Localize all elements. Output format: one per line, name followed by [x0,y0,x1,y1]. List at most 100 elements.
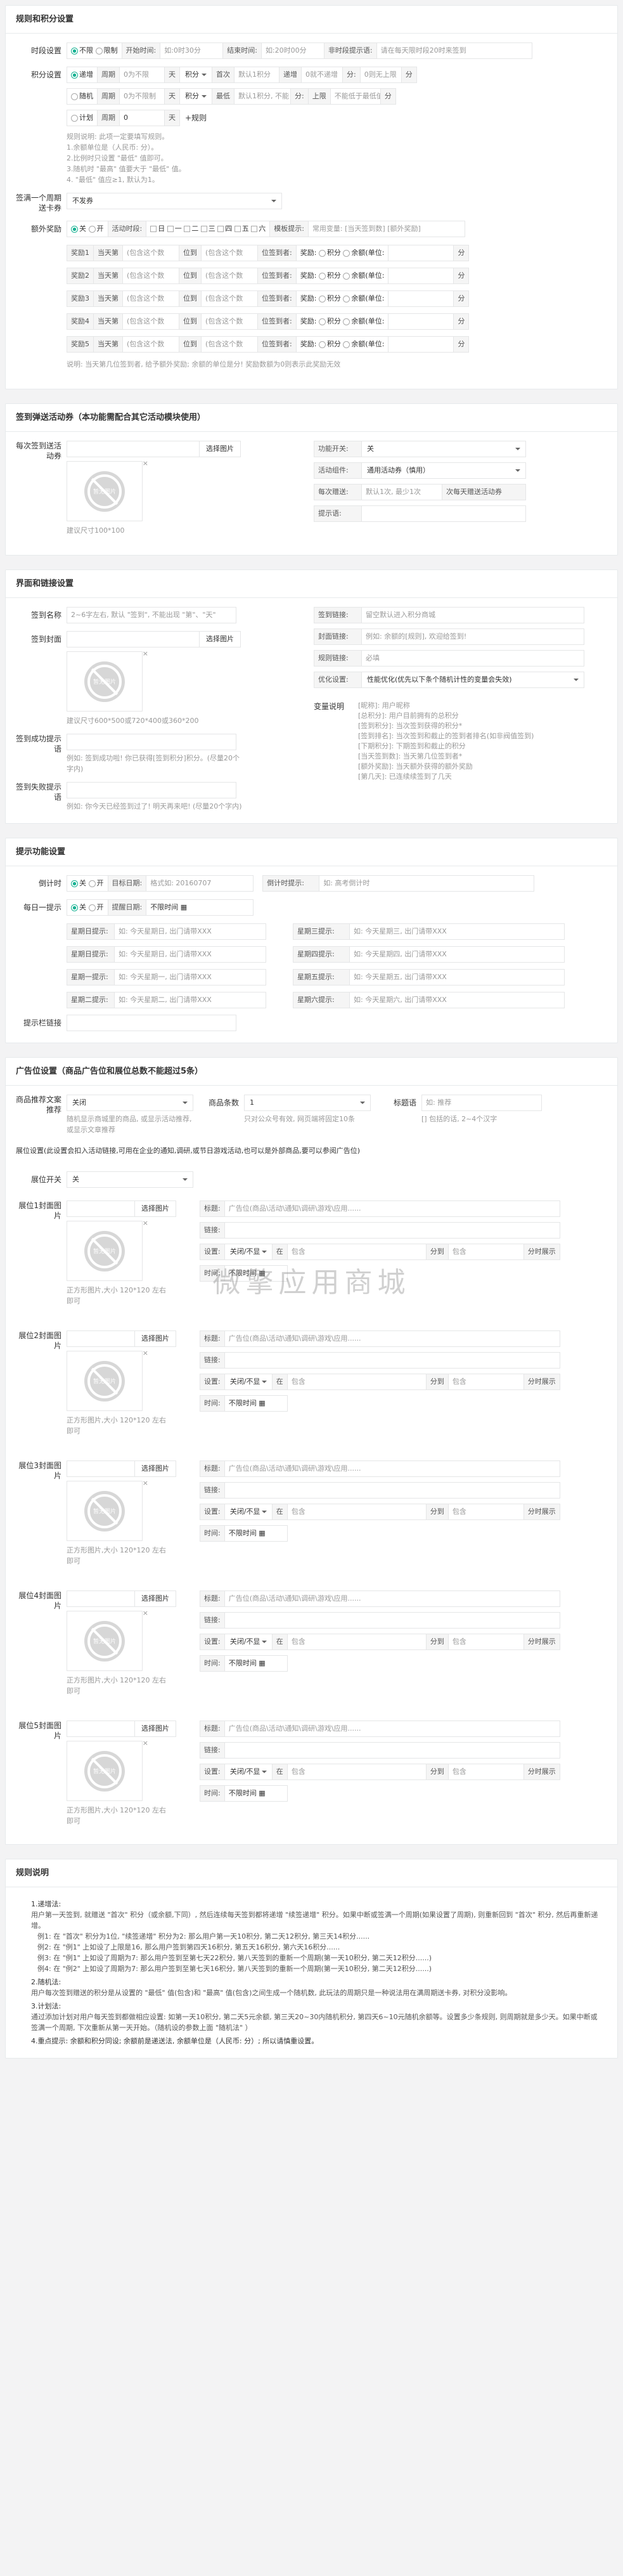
reward-from-input[interactable]: (包含这个数 [122,245,179,261]
time-tip-input[interactable]: 请在每天限时段20时来签到 [376,42,532,59]
booth-link-input[interactable] [224,1482,560,1499]
pick-image-button[interactable]: 选择图片 [134,1590,176,1607]
reward-type-radio[interactable]: 奖励: 积分 余额(单位: [295,313,389,330]
reward-type-radio[interactable]: 奖励: 积分 余额(单位: [295,336,389,353]
weekday-tip-input[interactable]: 如: 今天星期日, 出门请带XXX [114,923,266,940]
booth-to-input[interactable]: 包含 [447,1634,524,1650]
increase-input[interactable]: 0就不递增 [301,67,343,83]
cover-input[interactable] [67,631,200,647]
remove-image-icon[interactable]: × [143,1609,148,1617]
reward-from-input[interactable]: (包含这个数 [122,313,179,330]
template-input[interactable]: 常用变量: [当天签到数] [额外奖励] [307,221,465,237]
weekday-tip-input[interactable]: 如: 今天星期五, 出门请带XXX [349,969,565,986]
increment-radio[interactable]: 递增 [67,67,98,83]
pick-image-button[interactable]: 选择图片 [199,441,241,457]
weekday-tip-input[interactable]: 如: 今天星期四, 出门请带XXX [349,946,565,963]
booth-visibility-select[interactable]: 关闭/不显 [224,1504,273,1520]
remove-image-icon[interactable]: × [143,1349,148,1357]
countdown-tip-input[interactable]: 如: 高考倒计时 [319,875,535,892]
upper-input[interactable]: 不能低于最低值 [330,88,381,105]
reward-type-radio[interactable]: 奖励: 积分 余额(单位: [295,245,389,261]
booth-link-input[interactable] [224,1222,560,1239]
booth-from-input[interactable]: 包含 [286,1244,427,1260]
add-rule-button[interactable]: +规则 [185,110,207,126]
booth-title-input[interactable]: 广告位(商品\活动\通知\调研\游戏\应用...... [224,1590,560,1607]
tip-link-input[interactable] [67,1015,236,1031]
pick-image-button[interactable]: 选择图片 [134,1200,176,1217]
coupon-image-input[interactable] [67,441,200,457]
first-input[interactable]: 默认1积分 [234,67,279,83]
rule-link-input[interactable]: 必填 [361,650,584,667]
booth-from-input[interactable]: 包含 [286,1374,427,1390]
cycle-coupon-select[interactable]: 不发券 [67,193,282,209]
booth-image-input[interactable] [67,1330,135,1347]
weekday-tip-input[interactable]: 如: 今天星期二, 出门请带XXX [114,992,266,1008]
remove-image-icon[interactable]: × [143,1479,148,1487]
booth-link-input[interactable] [224,1612,560,1629]
score-type-select[interactable]: 积分 [179,67,212,83]
reward-to-input[interactable]: (包含这个数 [201,290,258,307]
reward-amount-input[interactable] [388,245,454,261]
booth-time-input[interactable]: 不限时间 ▦ [224,1785,288,1802]
booth-time-input[interactable]: 不限时间 ▦ [224,1655,288,1672]
booth-to-input[interactable]: 包含 [447,1374,524,1390]
countdown-toggle[interactable]: 关 开 [67,875,108,892]
end-time-input[interactable]: 如:20时00分 [260,42,324,59]
coupon-tip-input[interactable] [361,505,526,522]
weekday-tip-input[interactable]: 如: 今天星期日, 出门请带XXX [114,946,266,963]
max-input[interactable]: 0则无上限 [359,67,402,83]
daily-toggle[interactable]: 关 开 [67,899,108,916]
booth-image-input[interactable] [67,1721,135,1737]
reward-type-radio[interactable]: 奖励: 积分 余额(单位: [295,268,389,284]
plan-radio[interactable]: 计划 [67,110,98,126]
start-time-input[interactable]: 如:0时30分 [160,42,224,59]
count-select[interactable]: 1 [244,1095,371,1111]
booth-title-input[interactable]: 广告位(商品\活动\通知\调研\游戏\应用...... [224,1721,560,1737]
sign-name-input[interactable]: 2~6字左右, 默认 "签到", 不能出现 "第"、"天" [67,607,236,623]
title-word-input[interactable]: 如: 推荐 [421,1095,542,1111]
reward-from-input[interactable]: (包含这个数 [122,290,179,307]
reward-to-input[interactable]: (包含这个数 [201,336,258,353]
booth-visibility-select[interactable]: 关闭/不显 [224,1764,273,1780]
booth-switch-select[interactable]: 关 [67,1171,193,1188]
reward-from-input[interactable]: (包含这个数 [122,336,179,353]
random-radio[interactable]: 随机 [67,88,98,105]
period-days-input[interactable]: 0为不限 [119,67,165,83]
reward-to-input[interactable]: (包含这个数 [201,268,258,284]
booth-title-input[interactable]: 广告位(商品\活动\通知\调研\游戏\应用...... [224,1460,560,1477]
score-type-select[interactable]: 积分 [179,88,212,105]
reward-to-input[interactable]: (包含这个数 [201,313,258,330]
min-input[interactable]: 默认1积分, 不能 [234,88,291,105]
booth-from-input[interactable]: 包含 [286,1634,427,1650]
reward-amount-input[interactable] [388,336,454,353]
booth-time-input[interactable]: 不限时间 ▦ [224,1525,288,1542]
booth-title-input[interactable]: 广告位(商品\活动\通知\调研\游戏\应用...... [224,1200,560,1217]
booth-visibility-select[interactable]: 关闭/不显 [224,1634,273,1650]
booth-to-input[interactable]: 包含 [447,1764,524,1780]
booth-visibility-select[interactable]: 关闭/不显 [224,1374,273,1390]
coupon-switch-select[interactable]: 关 [361,441,526,457]
booth-time-input[interactable]: 不限时间 ▦ [224,1395,288,1412]
weekday-tip-input[interactable]: 如: 今天星期六, 出门请带XXX [349,992,565,1008]
remove-image-icon[interactable]: × [143,649,148,658]
remove-image-icon[interactable]: × [143,1219,148,1227]
booth-image-input[interactable] [67,1590,135,1607]
reward-amount-input[interactable] [388,290,454,307]
fail-input[interactable] [67,782,236,798]
reward-to-input[interactable]: (包含这个数 [201,245,258,261]
cover-link-input[interactable]: 例如: 余额的[规则], 欢迎给签到! [361,628,584,645]
time-unlimited-radio[interactable]: 不限 限制 [67,42,122,59]
booth-title-input[interactable]: 广告位(商品\活动\通知\调研\游戏\应用...... [224,1330,560,1347]
period-days-input[interactable]: 0为不限制 [119,88,165,105]
coupon-component-select[interactable]: 通用活动券（慎用） [361,462,526,479]
target-date-input[interactable]: 格式如: 20160707 [146,875,254,892]
remove-image-icon[interactable]: × [143,1739,148,1747]
reward-amount-input[interactable] [388,313,454,330]
reward-from-input[interactable]: (包含这个数 [122,268,179,284]
period-days-input[interactable]: 0 [119,110,165,126]
booth-image-input[interactable] [67,1460,135,1477]
booth-link-input[interactable] [224,1352,560,1369]
remove-image-icon[interactable]: × [143,459,148,467]
optimize-select[interactable]: 性能优化(优先以下条个随机计性的变量会失效) [361,672,584,688]
recommend-select[interactable]: 关闭 [67,1095,193,1111]
